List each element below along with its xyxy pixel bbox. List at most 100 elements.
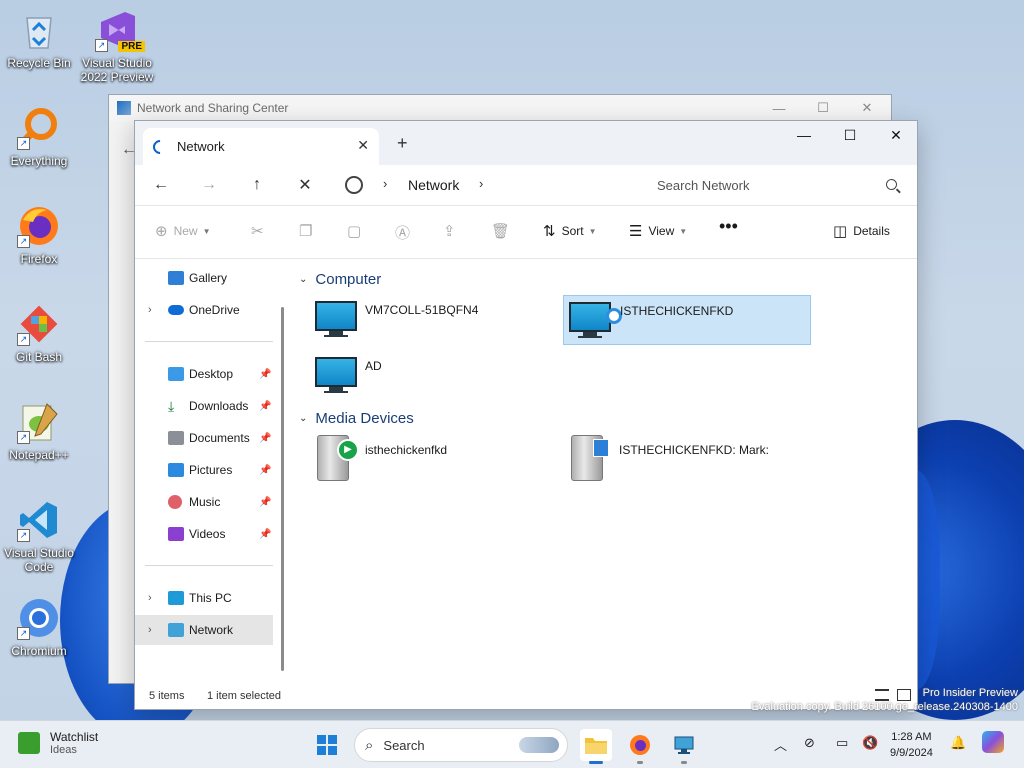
status-selection: 1 item selected: [207, 690, 281, 702]
git-bash-icon: ↗: [17, 302, 61, 346]
desktop-icon-visual-studio-preview[interactable]: ↗ PRE Visual Studio 2022 Preview: [78, 8, 156, 84]
chevron-right-icon[interactable]: ›: [148, 624, 152, 636]
more-options-button[interactable]: •••: [719, 216, 738, 237]
sidebar-item-music[interactable]: Music 📌: [135, 487, 273, 517]
file-explorer-window[interactable]: Network ✕ + — ☐ ✕ ← → ↑ ✕ › Network › Se…: [134, 120, 918, 710]
address-bar-row: ← → ↑ ✕ › Network › Search Network: [135, 165, 917, 205]
sidebar-item-label: Videos: [189, 527, 226, 541]
sidebar-item-network[interactable]: › Network: [135, 615, 273, 645]
network-computer-item[interactable]: VM7COLL-51BQFN4: [295, 295, 543, 345]
sidebar-item-documents[interactable]: Documents 📌: [135, 423, 273, 453]
command-bar: ⊕ New ▼ ✂ ❐ ▢ Ⓐ ⇪ 🗑 ⇅ Sort ▼ ☰ View ▼ ••…: [135, 205, 917, 259]
sidebar-item-gallery[interactable]: Gallery: [135, 263, 273, 293]
breadcrumb-network[interactable]: Network: [408, 177, 459, 193]
window-title: Network and Sharing Center: [137, 101, 289, 115]
stop-button[interactable]: ✕: [291, 173, 319, 197]
chevron-down-icon: ▼: [202, 226, 211, 236]
clock-date: 9/9/2024: [890, 747, 933, 759]
desktop-icon-label: Everything: [10, 154, 68, 168]
details-button[interactable]: ◫ Details: [833, 222, 890, 240]
pin-icon[interactable]: 📌: [259, 369, 271, 380]
taskbar-search[interactable]: ⌕ Search: [354, 728, 568, 762]
desktop-icon-everything[interactable]: ↗ Everything: [0, 106, 78, 168]
computer-icon: [168, 591, 184, 605]
gallery-icon: [168, 271, 184, 285]
pin-icon[interactable]: 📌: [259, 529, 271, 540]
taskbar-network-sharing[interactable]: [668, 729, 700, 764]
clock[interactable]: 1:28 AM 9/9/2024: [890, 729, 933, 761]
taskbar-firefox[interactable]: [624, 729, 656, 764]
minimize-button[interactable]: —: [757, 95, 801, 121]
sidebar-item-this-pc[interactable]: › This PC: [135, 583, 273, 613]
tab-network[interactable]: Network ✕: [143, 128, 379, 165]
sidebar-scrollbar[interactable]: [281, 307, 284, 671]
pin-icon[interactable]: 📌: [259, 401, 271, 412]
shortcut-arrow-icon: ↗: [17, 529, 30, 542]
group-header-computer[interactable]: ⌄ Computer: [299, 271, 381, 288]
group-header-media-devices[interactable]: ⌄ Media Devices: [299, 410, 414, 427]
show-hidden-icons-chevron-icon[interactable]: ︿: [774, 735, 787, 754]
breadcrumb-chevron-icon[interactable]: ›: [383, 176, 387, 191]
film-icon: [593, 439, 609, 457]
close-button[interactable]: ✕: [845, 95, 889, 121]
copilot-preview-icon[interactable]: [982, 731, 1004, 753]
shortcut-arrow-icon: ↗: [17, 431, 30, 444]
sidebar-item-downloads[interactable]: ⤓ Downloads 📌: [135, 391, 273, 421]
documents-icon: [168, 431, 184, 445]
plus-circle-icon: ⊕: [155, 223, 168, 240]
scissors-icon: ✂: [251, 223, 264, 240]
minimize-button[interactable]: —: [781, 121, 827, 149]
network-computer-item[interactable]: ISTHECHICKENFKD: [563, 295, 811, 345]
search-box[interactable]: Search Network: [643, 169, 909, 201]
sidebar-item-videos[interactable]: Videos 📌: [135, 519, 273, 549]
desktop-icon-chromium[interactable]: ↗ Chromium: [0, 596, 78, 658]
close-tab-icon[interactable]: ✕: [357, 137, 369, 154]
network-computer-item[interactable]: AD: [295, 351, 543, 401]
new-tab-button[interactable]: +: [397, 133, 408, 154]
pin-icon[interactable]: 📌: [259, 497, 271, 508]
chevron-right-icon[interactable]: ›: [148, 592, 152, 604]
copy-button[interactable]: ❐: [299, 222, 318, 240]
media-device-item[interactable]: ▶ isthechickenfkd: [295, 435, 543, 485]
media-device-item[interactable]: ISTHECHICKENFKD: Mark:: [549, 435, 797, 485]
view-icon: ☰: [629, 223, 643, 240]
pin-icon[interactable]: 📌: [259, 465, 271, 476]
desktop-icon-vscode[interactable]: ↗ Visual Studio Code: [0, 498, 78, 574]
display-icon[interactable]: ▭: [836, 735, 848, 751]
share-button[interactable]: ⇪: [443, 222, 462, 240]
close-button[interactable]: ✕: [873, 121, 919, 149]
breadcrumb-chevron-icon[interactable]: ›: [479, 176, 483, 191]
forward-button[interactable]: →: [195, 173, 223, 197]
volume-muted-icon[interactable]: 🔇: [862, 735, 878, 751]
back-button[interactable]: ←: [147, 173, 175, 197]
sidebar-item-label: Gallery: [189, 271, 228, 285]
start-button[interactable]: [311, 729, 343, 761]
sidebar-item-pictures[interactable]: Pictures 📌: [135, 455, 273, 485]
view-button[interactable]: ☰ View ▼: [629, 222, 687, 240]
network-disconnected-icon[interactable]: ⊘: [804, 735, 815, 751]
pin-icon[interactable]: 📌: [259, 433, 271, 444]
new-button[interactable]: ⊕ New ▼: [155, 222, 211, 240]
sidebar-item-desktop[interactable]: Desktop 📌: [135, 359, 273, 389]
notification-bell-icon[interactable]: 🔔: [950, 735, 966, 751]
desktop-icon-git-bash[interactable]: ↗ Git Bash: [0, 302, 78, 364]
notepad-plus-plus-icon: ↗: [17, 400, 61, 444]
desktop-icon-firefox[interactable]: ↗ Firefox: [0, 204, 78, 266]
maximize-button[interactable]: ☐: [827, 121, 873, 149]
delete-button[interactable]: 🗑: [491, 222, 516, 240]
widgets-button[interactable]: Watchlist Ideas: [18, 730, 98, 756]
search-highlight-icon: [519, 737, 559, 753]
chevron-right-icon[interactable]: ›: [148, 304, 152, 316]
cut-button[interactable]: ✂: [251, 222, 270, 240]
sidebar-item-onedrive[interactable]: › OneDrive: [135, 295, 273, 325]
paste-button[interactable]: ▢: [347, 222, 367, 240]
up-button[interactable]: ↑: [243, 173, 271, 197]
videos-icon: [168, 527, 184, 541]
taskbar-file-explorer[interactable]: [580, 729, 612, 764]
sort-button[interactable]: ⇅ Sort ▼: [543, 222, 597, 240]
desktop-icon-recycle-bin[interactable]: Recycle Bin: [0, 8, 78, 70]
desktop-icon-notepad-plus-plus[interactable]: ↗ Notepad++: [0, 400, 78, 462]
maximize-button[interactable]: ☐: [801, 95, 845, 121]
windows-watermark: Pro Insider Preview Evaluation copy. Bui…: [752, 686, 1018, 714]
rename-button[interactable]: Ⓐ: [395, 222, 416, 243]
